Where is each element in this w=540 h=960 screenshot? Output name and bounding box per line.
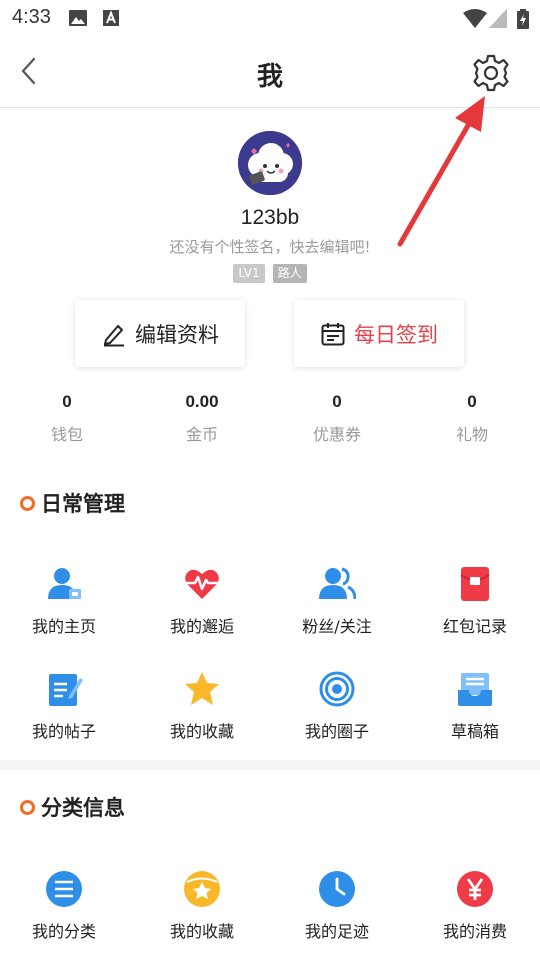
grid-item-my-encounter[interactable]: 我的邂逅 (135, 565, 269, 637)
grid-item-footprints[interactable]: 我的足迹 (270, 870, 404, 942)
gear-icon (473, 54, 509, 92)
grid-item-red-envelope[interactable]: 红包记录 (408, 565, 540, 637)
grid-item-label: 我的足迹 (304, 922, 369, 941)
battery-icon (517, 9, 529, 33)
post-edit-icon (49, 674, 83, 706)
grid-item-label: 粉丝/关注 (302, 617, 372, 636)
edit-profile-label: 编辑资料 (135, 322, 219, 347)
wifi-icon (463, 9, 487, 33)
section-dot-icon (20, 495, 35, 511)
circle-target-icon (319, 671, 355, 707)
user-home-icon (48, 568, 81, 599)
stat-value: 0.00 (185, 392, 219, 411)
app-header: 我 (0, 36, 540, 108)
grid-item-my-posts[interactable]: 我的帖子 (0, 670, 131, 742)
yen-icon (457, 871, 493, 907)
grid-item-label: 我的圈子 (304, 722, 369, 741)
pencil-icon (104, 324, 124, 346)
level-badge: LV1 (233, 264, 265, 283)
section-title-text: 分类信息 (41, 796, 125, 820)
drafts-tray-icon (458, 673, 492, 706)
grid-item-label: 我的分类 (31, 922, 96, 941)
grid-item-my-category[interactable]: 我的分类 (0, 870, 131, 942)
a-icon (102, 9, 120, 31)
daily-checkin-label: 每日签到 (354, 322, 438, 347)
stat-value: 0 (62, 392, 72, 411)
avatar[interactable] (238, 131, 302, 195)
stat-label: 礼物 (455, 425, 488, 444)
grid-item-my-home[interactable]: 我的主页 (0, 565, 131, 637)
cloud-mascot-icon (238, 131, 302, 195)
grid-item-my-circle[interactable]: 我的圈子 (270, 670, 404, 742)
list-icon (46, 871, 82, 907)
stat-label: 钱包 (50, 425, 83, 444)
stat-value: 0 (467, 392, 477, 411)
grid-item-label: 红包记录 (442, 617, 507, 636)
calendar-icon (321, 322, 345, 345)
image-icon (68, 9, 88, 31)
grid-item-fans-follow[interactable]: 粉丝/关注 (270, 565, 404, 637)
stat-label: 优惠券 (312, 425, 361, 444)
grid-item-label: 草稿箱 (450, 722, 499, 741)
stats-row: 0 钱包 0.00 金币 0 优惠券 0 礼物 (0, 392, 540, 452)
grid-item-label: 我的主页 (31, 617, 96, 636)
grid-item-label: 我的消费 (442, 922, 507, 941)
page-title: 我 (256, 62, 283, 92)
section-dot-icon (20, 799, 35, 815)
clock-icon (319, 871, 355, 907)
stat-value: 0 (332, 392, 342, 411)
star-badge-icon (184, 871, 220, 907)
grid-item-drafts[interactable]: 草稿箱 (408, 670, 540, 742)
daily-checkin-button[interactable]: 每日签到 (294, 300, 464, 367)
status-bar: 4:33 (0, 0, 540, 36)
badges: LV1 路人 (0, 264, 540, 283)
grid-item-my-favorites[interactable]: 我的收藏 (135, 670, 269, 742)
stat-gifts[interactable]: 0 礼物 (412, 392, 532, 445)
grid-item-label: 我的收藏 (169, 722, 234, 741)
grid-item-label: 我的邂逅 (169, 617, 234, 636)
section-title-daily: 日常管理 (20, 488, 125, 518)
star-icon (185, 672, 219, 705)
signature-text[interactable]: 还没有个性签名，快去编辑吧! (0, 236, 540, 257)
settings-button[interactable] (471, 53, 511, 93)
stat-label: 金币 (185, 425, 218, 444)
rank-badge: 路人 (272, 264, 307, 283)
section-divider (0, 760, 540, 770)
section-title-category: 分类信息 (20, 792, 125, 822)
grid-item-label: 我的收藏 (169, 922, 234, 941)
grid-item-my-spending[interactable]: 我的消费 (408, 870, 540, 942)
heart-pulse-icon (185, 569, 219, 599)
section-title-text: 日常管理 (41, 492, 125, 516)
grid-item-label: 我的帖子 (31, 722, 96, 741)
grid-item-category-favorites[interactable]: 我的收藏 (135, 870, 269, 942)
stat-wallet[interactable]: 0 钱包 (7, 392, 127, 445)
signal-icon (489, 9, 507, 33)
status-time: 4:33 (12, 6, 51, 28)
stat-coupons[interactable]: 0 优惠券 (277, 392, 397, 445)
username: 123bb (240, 206, 300, 229)
followers-icon (319, 567, 356, 600)
stat-coins[interactable]: 0.00 金币 (142, 392, 262, 445)
red-envelope-icon (460, 567, 490, 601)
edit-profile-button[interactable]: 编辑资料 (75, 300, 245, 367)
